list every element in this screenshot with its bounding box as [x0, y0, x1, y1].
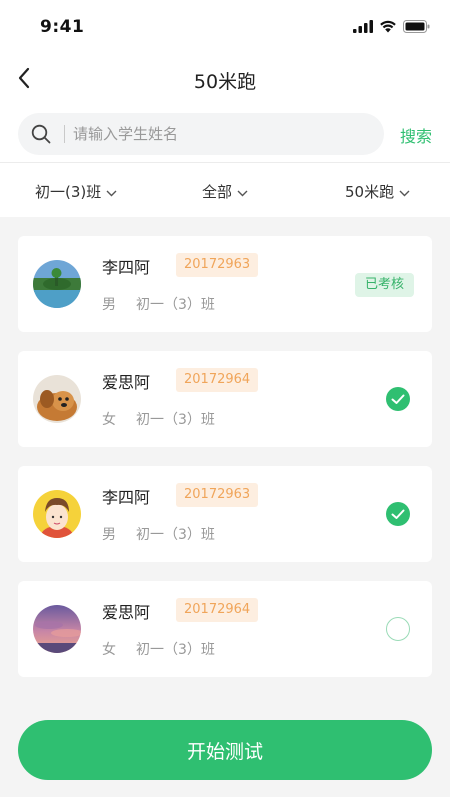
status-time: 9:41 — [40, 17, 85, 37]
student-class: 初一（3）班 — [136, 297, 215, 313]
navigation-bar: 50米跑 — [0, 56, 450, 104]
student-name: 李四阿 — [102, 488, 151, 507]
check-icon — [391, 505, 405, 524]
sunset-avatar — [33, 605, 81, 653]
student-gender: 女 — [102, 642, 116, 658]
student-meta: 男 初一（3）班 — [102, 294, 215, 314]
filter-bar: 初一(3)班 全部 50米跑 — [0, 163, 450, 217]
student-id-badge: 20172963 — [176, 483, 259, 507]
select-checkbox[interactable] — [386, 617, 410, 641]
student-card[interactable]: 李四阿 20172963 男 初一（3）班 — [18, 466, 432, 562]
event-filter-label: 50米跑 — [345, 183, 395, 201]
reviewed-badge: 已考核 — [354, 273, 414, 297]
student-meta: 女 初一（3）班 — [102, 409, 215, 429]
student-name: 李四阿 — [102, 258, 151, 277]
status-filter-label: 全部 — [202, 183, 233, 201]
student-id-badge: 20172963 — [176, 253, 259, 277]
search-row: 搜索 — [18, 113, 438, 155]
start-test-button[interactable]: 开始测试 — [18, 720, 432, 780]
search-box — [18, 113, 384, 155]
student-card[interactable]: 李四阿 20172963 男 初一（3）班 已考核 — [18, 236, 432, 332]
status-bar: 9:41 — [0, 0, 450, 56]
student-gender: 男 — [102, 527, 116, 543]
chevron-down-icon — [399, 183, 410, 201]
chevron-down-icon — [106, 183, 117, 201]
check-icon — [391, 390, 405, 409]
battery-icon — [403, 18, 430, 37]
student-id-badge: 20172964 — [176, 368, 259, 392]
page-title: 50米跑 — [193, 71, 257, 93]
student-class: 初一（3）班 — [136, 642, 215, 658]
cartoon-boy-avatar — [33, 490, 81, 538]
student-meta: 男 初一（3）班 — [102, 524, 215, 544]
class-filter-label: 初一(3)班 — [35, 183, 102, 201]
search-icon — [18, 113, 64, 155]
status-icons — [353, 18, 430, 37]
search-input[interactable] — [65, 125, 365, 143]
student-name: 爱思阿 — [102, 603, 151, 622]
landscape-avatar — [33, 260, 81, 308]
student-gender: 女 — [102, 412, 116, 428]
student-name: 爱思阿 — [102, 373, 151, 392]
select-checkbox[interactable] — [386, 502, 410, 526]
cellular-signal-icon — [353, 18, 373, 37]
status-filter[interactable]: 全部 — [202, 181, 248, 202]
student-class: 初一（3）班 — [136, 527, 215, 543]
search-button[interactable]: 搜索 — [400, 123, 432, 147]
wifi-icon — [379, 18, 397, 37]
event-filter[interactable]: 50米跑 — [345, 181, 410, 202]
student-card[interactable]: 爱思阿 20172964 女 初一（3）班 — [18, 581, 432, 677]
select-checkbox[interactable] — [386, 387, 410, 411]
student-class: 初一（3）班 — [136, 412, 215, 428]
dog-avatar — [33, 375, 81, 423]
chevron-down-icon — [237, 183, 248, 201]
student-id-badge: 20172964 — [176, 598, 259, 622]
class-filter[interactable]: 初一(3)班 — [35, 181, 117, 202]
student-meta: 女 初一（3）班 — [102, 639, 215, 659]
student-gender: 男 — [102, 297, 116, 313]
student-card[interactable]: 爱思阿 20172964 女 初一（3）班 — [18, 351, 432, 447]
